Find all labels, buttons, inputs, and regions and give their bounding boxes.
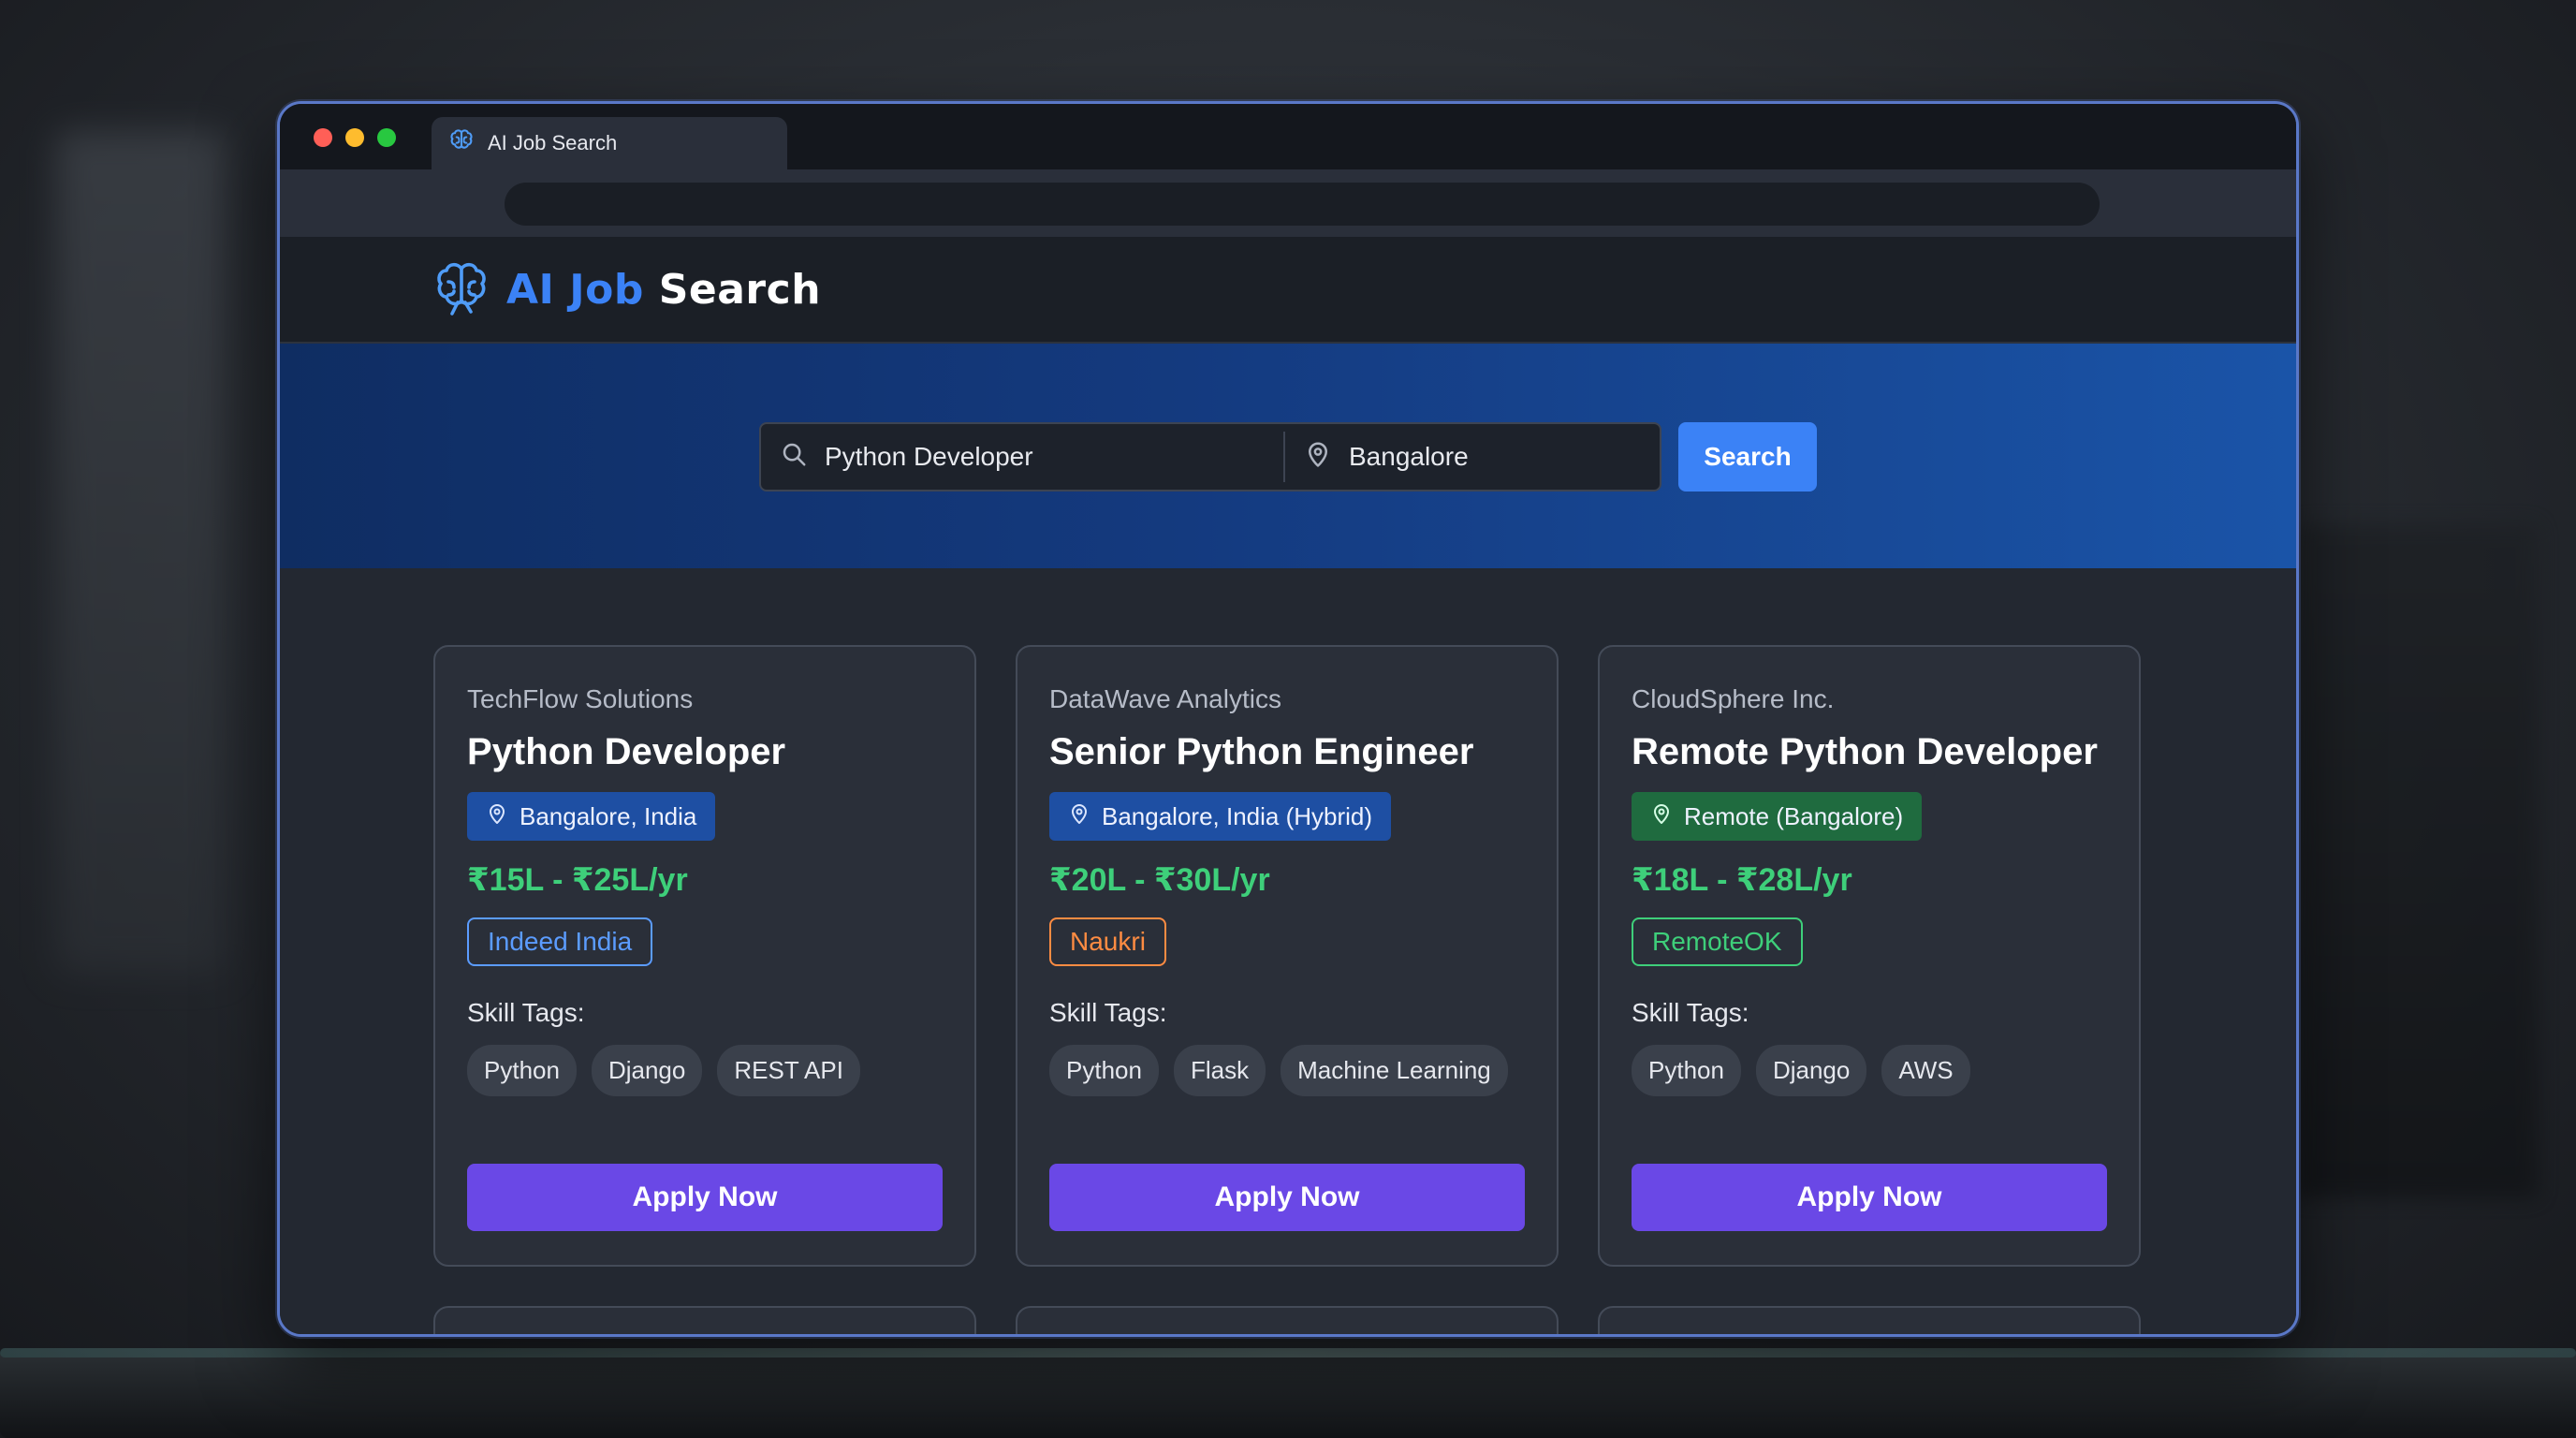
brain-icon bbox=[448, 127, 475, 159]
job-title[interactable]: Python Developer bbox=[467, 731, 943, 773]
brand-job: Job bbox=[569, 265, 644, 314]
search-icon bbox=[780, 440, 808, 475]
salary-range: ₹20L - ₹30L/yr bbox=[1049, 862, 1270, 898]
browser-tab[interactable]: AI Job Search bbox=[432, 117, 787, 169]
skill-tags: Python Django REST API bbox=[467, 1045, 943, 1096]
brand-search: Search bbox=[658, 265, 822, 314]
source-badge: Indeed India bbox=[467, 917, 653, 966]
source-badge: Naukri bbox=[1049, 917, 1166, 966]
skill-tag: Flask bbox=[1173, 1045, 1266, 1096]
minimize-window-button[interactable] bbox=[345, 128, 364, 147]
job-card: TechFlow Solutions Python Developer Bang… bbox=[433, 645, 976, 1267]
maximize-window-button[interactable] bbox=[377, 128, 396, 147]
job-card: CloudSphere Inc. Remote Python Developer… bbox=[1598, 645, 2141, 1267]
location-pin-icon bbox=[1068, 802, 1090, 831]
company-name: TechFlow Solutions bbox=[467, 684, 694, 713]
job-results: TechFlow Solutions Python Developer Bang… bbox=[280, 568, 2296, 1334]
background-shelf bbox=[2295, 524, 2539, 1198]
browser-window: AI Job Search AI Job Search Python Devel… bbox=[277, 101, 2299, 1337]
job-card-partial bbox=[433, 1306, 976, 1334]
app-header: AI Job Search bbox=[280, 237, 2296, 344]
skill-tags: Python Flask Machine Learning bbox=[1049, 1045, 1525, 1096]
skill-tag: Python bbox=[467, 1045, 577, 1096]
salary-range: ₹18L - ₹28L/yr bbox=[1632, 862, 1852, 898]
brand-ai: AI bbox=[506, 265, 555, 314]
apply-now-button[interactable]: Apply Now bbox=[467, 1164, 943, 1231]
job-title[interactable]: Senior Python Engineer bbox=[1049, 731, 1525, 773]
background-desk bbox=[0, 1348, 2576, 1438]
browser-toolbar bbox=[280, 169, 2296, 237]
location-pin-icon bbox=[1304, 440, 1332, 475]
window-controls bbox=[314, 128, 396, 147]
skill-tags: Python Django AWS bbox=[1632, 1045, 2107, 1096]
skill-tags-label: Skill Tags: bbox=[467, 998, 585, 1027]
browser-tab-title: AI Job Search bbox=[488, 131, 618, 154]
close-window-button[interactable] bbox=[314, 128, 332, 147]
location-text: Remote (Bangalore) bbox=[1684, 801, 1904, 830]
background-desk-edge bbox=[0, 1348, 2576, 1357]
location-pin-icon bbox=[486, 802, 508, 831]
brain-icon bbox=[430, 261, 493, 317]
location-text: Bangalore, India bbox=[520, 801, 697, 830]
job-query-field[interactable]: Python Developer bbox=[761, 432, 1285, 482]
apply-now-button[interactable]: Apply Now bbox=[1049, 1164, 1525, 1231]
app-brand[interactable]: AI Job Search bbox=[506, 266, 821, 314]
location-input[interactable]: Bangalore bbox=[1349, 442, 1469, 472]
job-query-input[interactable]: Python Developer bbox=[825, 442, 1033, 472]
browser-titlebar: AI Job Search bbox=[280, 104, 2296, 169]
location-badge: Bangalore, India (Hybrid) bbox=[1049, 792, 1392, 841]
job-card-partial bbox=[1016, 1306, 1559, 1334]
location-pin-icon bbox=[1650, 802, 1673, 831]
skill-tag: Django bbox=[1755, 1045, 1867, 1096]
source-badge: RemoteOK bbox=[1632, 917, 1803, 966]
skill-tags-label: Skill Tags: bbox=[1632, 998, 1749, 1027]
skill-tag: AWS bbox=[1881, 1045, 1970, 1096]
location-text: Bangalore, India (Hybrid) bbox=[1102, 801, 1373, 830]
skill-tags-label: Skill Tags: bbox=[1049, 998, 1167, 1027]
skill-tag: Machine Learning bbox=[1281, 1045, 1508, 1096]
location-badge: Remote (Bangalore) bbox=[1632, 792, 1923, 841]
address-bar[interactable] bbox=[505, 183, 2100, 226]
job-card: DataWave Analytics Senior Python Enginee… bbox=[1016, 645, 1559, 1267]
skill-tag: Django bbox=[591, 1045, 703, 1096]
skill-tag: Python bbox=[1632, 1045, 1741, 1096]
salary-range: ₹15L - ₹25L/yr bbox=[467, 862, 688, 898]
search-form: Python Developer Bangalore bbox=[759, 422, 1661, 492]
company-name: CloudSphere Inc. bbox=[1632, 684, 1835, 713]
job-card-partial bbox=[1598, 1306, 2141, 1334]
location-badge: Bangalore, India bbox=[467, 792, 716, 841]
search-button[interactable]: Search bbox=[1678, 422, 1817, 492]
apply-now-button[interactable]: Apply Now bbox=[1632, 1164, 2107, 1231]
search-hero: Python Developer Bangalore Search bbox=[280, 344, 2296, 568]
company-name: DataWave Analytics bbox=[1049, 684, 1281, 713]
skill-tag: REST API bbox=[717, 1045, 860, 1096]
job-title[interactable]: Remote Python Developer bbox=[1632, 731, 2107, 773]
skill-tag: Python bbox=[1049, 1045, 1159, 1096]
background-window bbox=[56, 131, 225, 974]
location-field[interactable]: Bangalore bbox=[1285, 424, 1469, 490]
